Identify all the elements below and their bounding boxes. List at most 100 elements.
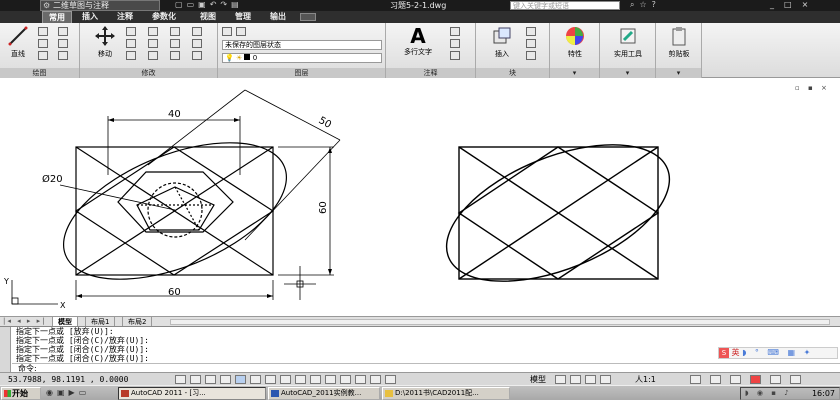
new-icon[interactable]: ▢	[175, 0, 187, 9]
qp-toggle[interactable]	[340, 375, 351, 384]
create-block-icon[interactable]	[526, 27, 536, 36]
tab-manage[interactable]: 管理	[235, 11, 251, 23]
circle-icon[interactable]	[38, 39, 48, 48]
mirror-icon[interactable]	[148, 39, 158, 48]
linear-dim-icon[interactable]	[450, 27, 460, 36]
tab-home[interactable]: 常用	[42, 11, 72, 23]
array-icon[interactable]	[170, 51, 180, 60]
sel-toggle[interactable]	[385, 375, 396, 384]
stretch-icon[interactable]	[126, 51, 136, 60]
redo-icon[interactable]: ↷	[220, 0, 231, 9]
panel-layers-title[interactable]: 图层	[218, 68, 385, 78]
grid-toggle[interactable]	[190, 375, 201, 384]
lock-icon[interactable]	[730, 375, 741, 384]
attribute-icon[interactable]	[526, 51, 536, 60]
ime-toolbar[interactable]: S 英 ◗ ° ⌨ ▦ ✦	[718, 347, 838, 359]
copy-icon[interactable]	[126, 39, 136, 48]
3dosnap-toggle[interactable]	[250, 375, 261, 384]
taskbar-item-folder[interactable]: D:\2011书\CAD2011配...	[382, 387, 510, 400]
tab-parametric[interactable]: 参数化	[152, 11, 176, 23]
table-icon[interactable]	[450, 51, 460, 60]
panel-annotation-title[interactable]: 注释	[386, 68, 475, 78]
layer-state-dropdown[interactable]: 未保存的图层状态	[222, 40, 382, 50]
layer-properties-icon[interactable]	[222, 27, 232, 36]
minimize-button[interactable]: _	[770, 0, 784, 9]
desktop-icon[interactable]: ▣	[57, 388, 69, 397]
insert-button[interactable]: 插入	[484, 25, 520, 59]
offset-icon[interactable]	[192, 39, 202, 48]
quick-access-toolbar[interactable]: ▢▭▣↶↷▤	[175, 0, 243, 9]
tray-icons[interactable]: ◗ ◉ ▪ ♪	[741, 389, 792, 397]
help-icon[interactable]: ?	[652, 0, 661, 9]
print-icon[interactable]: ▤	[231, 0, 243, 9]
quick-launch[interactable]: ◉▣▶▭	[46, 388, 90, 397]
explode-icon[interactable]	[192, 27, 202, 36]
edit-block-icon[interactable]	[526, 39, 536, 48]
panel-draw-title[interactable]: 绘图	[0, 68, 79, 78]
line-button[interactable]: 直线	[4, 25, 32, 59]
panel-utilities-title[interactable]: ▾	[600, 68, 655, 78]
layer-states-icon[interactable]	[236, 27, 246, 36]
tab-insert[interactable]: 插入	[82, 11, 98, 23]
dyn-toggle[interactable]	[295, 375, 306, 384]
steering-wheel-icon[interactable]	[600, 375, 611, 384]
polyline-icon[interactable]	[38, 27, 48, 36]
command-line-grip[interactable]	[0, 327, 11, 373]
trim-icon[interactable]	[148, 27, 158, 36]
layout-view-icon[interactable]	[555, 375, 566, 384]
ducs-toggle[interactable]	[280, 375, 291, 384]
polar-toggle[interactable]	[220, 375, 231, 384]
rectangle-icon[interactable]	[58, 27, 68, 36]
lwt-toggle[interactable]	[310, 375, 321, 384]
ie-icon[interactable]: ◉	[46, 388, 57, 397]
isolate-icon[interactable]	[770, 375, 781, 384]
am-toggle[interactable]	[370, 375, 381, 384]
clipboard-button[interactable]: 剪贴板	[660, 25, 698, 59]
panel-clipboard-title[interactable]: ▾	[656, 68, 701, 78]
ribbon-minimize-button[interactable]	[300, 13, 316, 21]
leader-icon[interactable]	[450, 39, 460, 48]
current-layer-dropdown[interactable]: 💡 ☀ 0	[222, 53, 382, 63]
ellipse-icon[interactable]	[58, 51, 68, 60]
save-icon[interactable]: ▣	[198, 0, 210, 9]
undo-icon[interactable]: ↶	[210, 0, 221, 9]
folder-icon[interactable]: ▭	[79, 388, 91, 397]
utilities-button[interactable]: 实用工具	[606, 25, 650, 59]
scale-icon[interactable]	[148, 51, 158, 60]
taskbar-item-document[interactable]: AutoCAD_2011实例教...	[268, 387, 380, 400]
tab-output[interactable]: 输出	[270, 11, 286, 23]
properties-button[interactable]: 特性	[556, 25, 594, 59]
arc-icon[interactable]	[38, 51, 48, 60]
panel-block-title[interactable]: 块	[476, 68, 549, 78]
move-button[interactable]: 移动	[90, 25, 120, 59]
drawing-canvas[interactable]: 40 50 Ø20 60 60 Y X	[0, 78, 840, 316]
ortho-toggle[interactable]	[205, 375, 216, 384]
tab-view[interactable]: 视图	[200, 11, 216, 23]
edit-icon[interactable]	[192, 51, 202, 60]
osnap-toggle[interactable]	[235, 375, 246, 384]
otrack-toggle[interactable]	[265, 375, 276, 384]
tpy-toggle[interactable]	[325, 375, 336, 384]
taskbar-item-autocad[interactable]: AutoCAD 2011 - [习...	[118, 387, 266, 400]
clean-screen-icon[interactable]	[790, 375, 801, 384]
media-icon[interactable]: ▶	[69, 388, 79, 397]
open-icon[interactable]: ▭	[187, 0, 199, 9]
horizontal-scrollbar[interactable]	[170, 319, 830, 325]
maximize-button[interactable]: □	[784, 0, 802, 9]
workspace-switcher[interactable]: ⚙ 二维草图与注释	[40, 0, 160, 11]
workspace-icon[interactable]	[710, 375, 721, 384]
zoom-icon[interactable]	[585, 375, 596, 384]
tab-annotate[interactable]: 注释	[117, 11, 133, 23]
annotation-visibility-icon[interactable]	[690, 375, 701, 384]
pan-icon[interactable]	[570, 375, 581, 384]
rotate-icon[interactable]	[126, 27, 136, 36]
viewport-controls[interactable]: ▫ ▪ ×	[795, 84, 830, 92]
sc-toggle[interactable]	[355, 375, 366, 384]
layout-nav-arrows[interactable]: |◂ ◂ ▸ ▸|	[3, 317, 46, 325]
mtext-button[interactable]: A 多行文字	[396, 25, 440, 57]
panel-modify-title[interactable]: 修改	[80, 68, 217, 78]
erase-icon[interactable]	[170, 27, 180, 36]
star-icon[interactable]: ☆	[639, 0, 651, 9]
hardware-accel-icon[interactable]	[750, 375, 761, 384]
search-input[interactable]: 键入关键字或短语	[510, 1, 620, 10]
